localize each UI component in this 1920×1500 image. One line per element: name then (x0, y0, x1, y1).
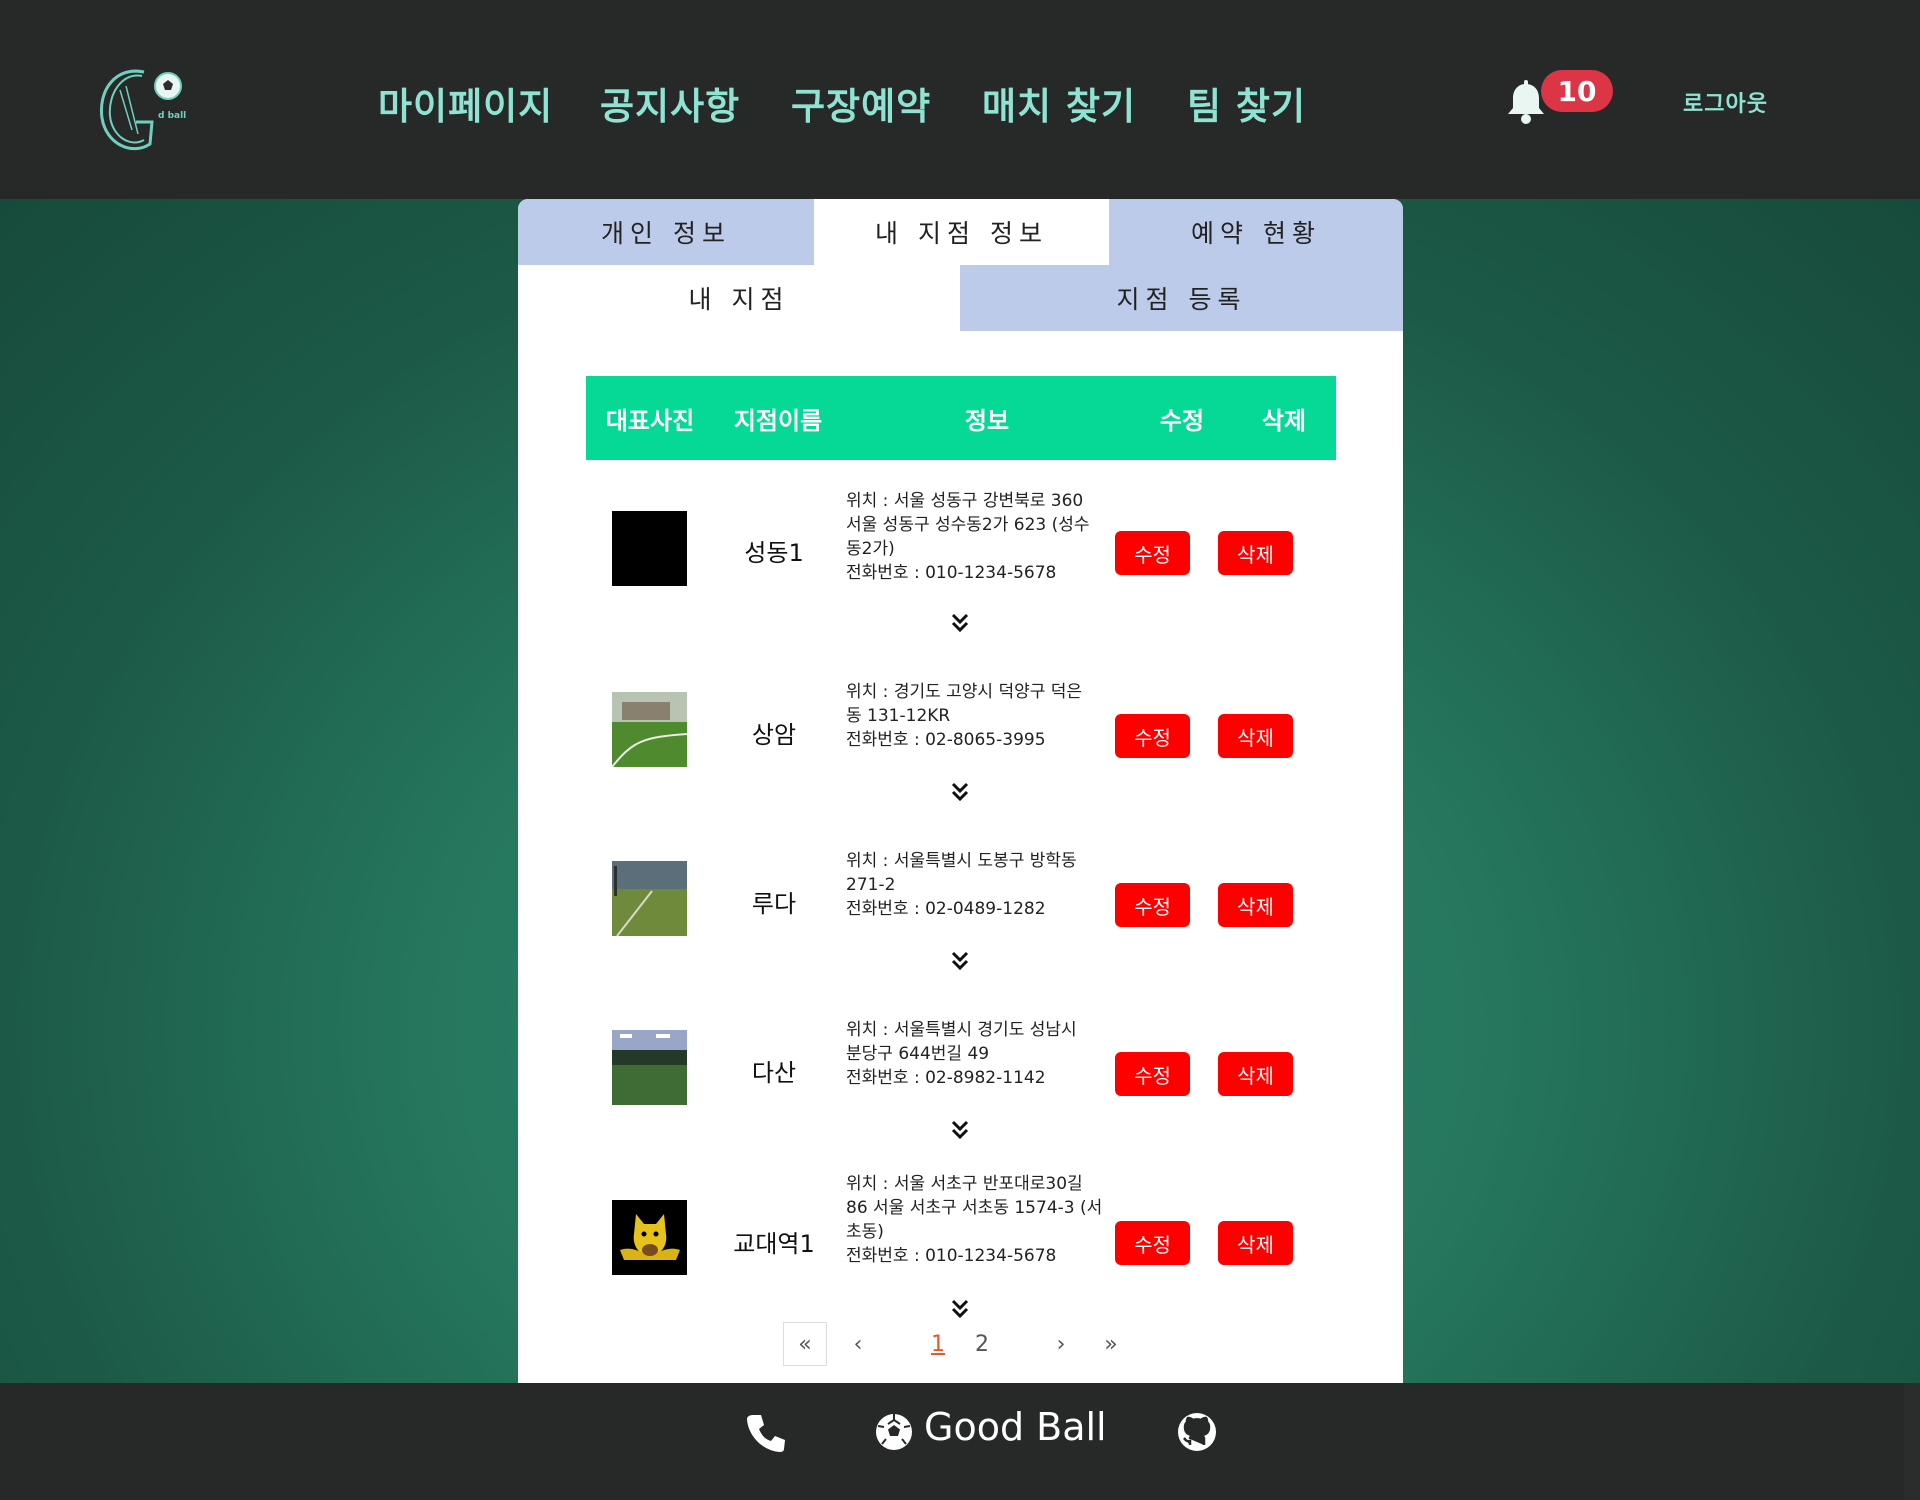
branch-info: 위치 : 서울특별시 경기도 성남시 분당구 644번길 49 전화번호 : 0… (846, 1018, 1136, 1090)
col-branch-name: 지점이름 (733, 406, 823, 435)
info-line: 86 서울 서초구 서초동 1574-3 (서 (846, 1198, 1103, 1218)
branch-thumbnail (612, 1200, 687, 1275)
tab-my-branches[interactable]: 내 지점 (518, 265, 960, 331)
edit-button[interactable]: 수정 (1115, 531, 1190, 575)
info-line: 위치 : 서울 성동구 강변북로 360 (846, 491, 1084, 511)
expand-chevron-icon[interactable] (951, 613, 969, 633)
page-1-link[interactable]: 1 (923, 1322, 953, 1366)
edit-button[interactable]: 수정 (1115, 714, 1190, 758)
header: d ball 마이페이지 공지사항 구장예약 매치 찾기 팀 찾기 10 로그아… (0, 0, 1920, 199)
nav-find-team[interactable]: 팀 찾기 (1187, 76, 1306, 130)
col-info: 정보 (964, 406, 1010, 435)
col-edit: 수정 (1159, 406, 1205, 435)
table-row: 교대역1 위치 : 서울 서초구 반포대로30길 86 서울 서초구 서초동 1… (586, 1172, 1336, 1292)
info-line: 전화번호 : 02-8982-1142 (846, 1068, 1046, 1088)
col-delete: 삭제 (1261, 406, 1307, 435)
table-row: 성동1 위치 : 서울 성동구 강변북로 360 서울 성동구 성수동2가 62… (586, 489, 1336, 599)
delete-button[interactable]: 삭제 (1218, 883, 1293, 927)
edit-button[interactable]: 수정 (1115, 883, 1190, 927)
edit-button[interactable]: 수정 (1115, 1221, 1190, 1265)
branch-name: 다산 (751, 1059, 797, 1087)
tab-my-branch-info[interactable]: 내 지점 정보 (814, 199, 1109, 265)
expand-chevron-icon[interactable] (951, 1120, 969, 1140)
expand-chevron-icon[interactable] (951, 1299, 969, 1319)
branch-thumbnail (612, 511, 687, 586)
first-page-button[interactable]: « (783, 1322, 827, 1366)
table-header: 대표사진 지점이름 정보 수정 삭제 (586, 376, 1336, 460)
info-line: 서울 성동구 성수동2가 623 (성수 (846, 515, 1090, 535)
info-line: 동2가) (846, 539, 895, 559)
branch-info: 위치 : 경기도 고양시 덕양구 덕은 동 131-12KR 전화번호 : 02… (846, 680, 1136, 752)
nav-notice[interactable]: 공지사항 (600, 76, 740, 130)
info-line: 전화번호 : 02-0489-1282 (846, 899, 1046, 919)
info-line: 전화번호 : 02-8065-3995 (846, 730, 1046, 750)
prev-page-button[interactable]: ‹ (843, 1322, 873, 1366)
info-line: 전화번호 : 010-1234-5678 (846, 1246, 1057, 1266)
page-2-link[interactable]: 2 (967, 1322, 997, 1366)
branch-name: 성동1 (744, 539, 804, 567)
notification-badge: 10 (1541, 70, 1613, 112)
delete-button[interactable]: 삭제 (1218, 1052, 1293, 1096)
table-row: 상암 위치 : 경기도 고양시 덕양구 덕은 동 131-12KR 전화번호 :… (586, 672, 1336, 772)
branch-thumbnail (612, 692, 687, 767)
nav-mypage[interactable]: 마이페이지 (378, 76, 553, 130)
delete-button[interactable]: 삭제 (1218, 531, 1293, 575)
expand-chevron-icon[interactable] (951, 951, 969, 971)
github-icon[interactable] (1176, 1411, 1218, 1453)
info-line: 위치 : 서울 서초구 반포대로30길 (846, 1174, 1083, 1194)
footer: Good Ball (0, 1383, 1904, 1500)
info-line: 위치 : 서울특별시 도봉구 방학동 (846, 851, 1077, 871)
svg-text:d ball: d ball (158, 111, 186, 121)
info-line: 초동) (846, 1222, 884, 1242)
delete-button[interactable]: 삭제 (1218, 1221, 1293, 1265)
branch-thumbnail (612, 861, 687, 936)
last-page-button[interactable]: » (1096, 1322, 1126, 1366)
footer-brand: Good Ball (924, 1405, 1107, 1449)
branch-info: 위치 : 서울특별시 도봉구 방학동 271-2 전화번호 : 02-0489-… (846, 849, 1136, 921)
branch-info: 위치 : 서울 서초구 반포대로30길 86 서울 서초구 서초동 1574-3… (846, 1172, 1136, 1268)
info-line: 동 131-12KR (846, 706, 951, 726)
next-page-button[interactable]: › (1046, 1322, 1076, 1366)
branch-name: 상암 (751, 721, 797, 749)
tab-register-branch[interactable]: 지점 등록 (960, 265, 1403, 331)
mypage-panel: 개인 정보 내 지점 정보 예약 현황 내 지점 지점 등록 대표사진 지점이름… (518, 199, 1403, 1383)
phone-icon[interactable] (745, 1412, 787, 1454)
nav-field-reservation[interactable]: 구장예약 (791, 76, 931, 130)
tab-personal-info[interactable]: 개인 정보 (518, 199, 814, 265)
expand-chevron-icon[interactable] (951, 782, 969, 802)
logout-link[interactable]: 로그아웃 (1683, 86, 1768, 118)
logo[interactable]: d ball (92, 60, 204, 160)
info-line: 271-2 (846, 875, 896, 895)
info-line: 위치 : 서울특별시 경기도 성남시 (846, 1020, 1077, 1040)
pagination: « ‹ 1 2 › » (518, 1322, 1403, 1368)
info-line: 분당구 644번길 49 (846, 1044, 990, 1064)
branch-name: 교대역1 (733, 1230, 815, 1258)
edit-button[interactable]: 수정 (1115, 1052, 1190, 1096)
tab-reservation-status[interactable]: 예약 현황 (1109, 199, 1403, 265)
branch-thumbnail (612, 1030, 687, 1105)
info-line: 전화번호 : 010-1234-5678 (846, 563, 1057, 583)
info-line: 위치 : 경기도 고양시 덕양구 덕은 (846, 682, 1083, 702)
nav-find-match[interactable]: 매치 찾기 (982, 76, 1136, 130)
col-photo: 대표사진 (605, 406, 695, 435)
table-row: 다산 위치 : 서울특별시 경기도 성남시 분당구 644번길 49 전화번호 … (586, 1010, 1336, 1110)
branch-name: 루다 (751, 890, 797, 918)
branch-info: 위치 : 서울 성동구 강변북로 360 서울 성동구 성수동2가 623 (성… (846, 489, 1136, 585)
table-row: 루다 위치 : 서울특별시 도봉구 방학동 271-2 전화번호 : 02-04… (586, 841, 1336, 941)
soccer-ball-icon (876, 1414, 912, 1450)
delete-button[interactable]: 삭제 (1218, 714, 1293, 758)
